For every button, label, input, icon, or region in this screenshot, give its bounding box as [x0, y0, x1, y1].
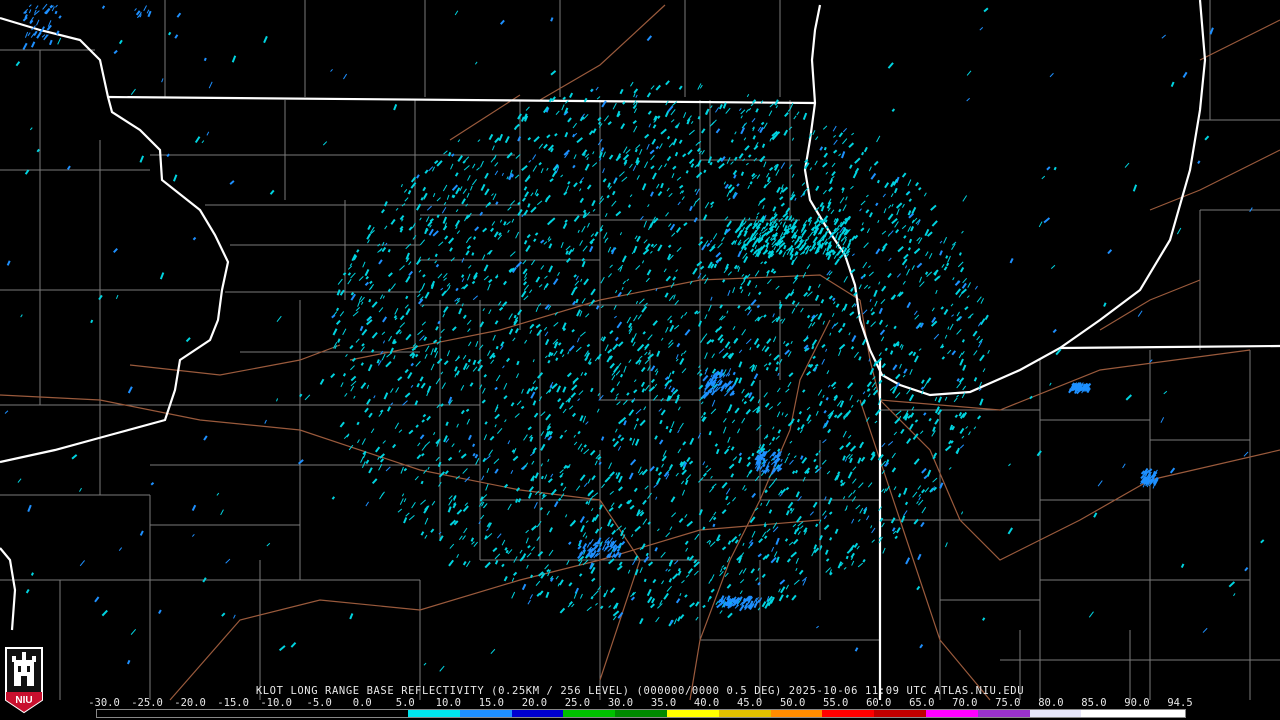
colorbar-label: -5.0 — [306, 697, 332, 709]
colorbar-segment — [1029, 710, 1082, 717]
logo-text: NIU — [15, 695, 32, 706]
colorbar-label: 10.0 — [435, 697, 461, 709]
colorbar-label: 15.0 — [478, 697, 505, 709]
colorbar-label: 25.0 — [564, 697, 591, 709]
colorbar-segment — [511, 710, 564, 717]
colorbar-segment — [822, 710, 875, 717]
colorbar-label: -10.0 — [260, 697, 292, 709]
colorbar-segment — [615, 710, 667, 717]
colorbar-label: 65.0 — [909, 697, 935, 709]
colorbar-segment — [252, 710, 305, 717]
colorbar-segment — [926, 710, 978, 717]
colorbar-segment — [1081, 710, 1134, 717]
colorbar-label: 70.0 — [952, 697, 978, 709]
colorbar-label: 75.0 — [995, 697, 1021, 709]
colorbar-segment — [148, 710, 201, 717]
colorbar-label: 55.0 — [823, 697, 849, 709]
colorbar-label: -20.0 — [174, 697, 206, 709]
colorbar-label: -25.0 — [131, 697, 163, 709]
colorbar-segment — [718, 710, 771, 717]
colorbar-label: 50.0 — [779, 697, 806, 709]
colorbar-label: 80.0 — [1038, 697, 1064, 709]
colorbar-segment — [97, 710, 149, 717]
colorbar-label: -15.0 — [217, 697, 249, 709]
colorbar-label: 40.0 — [693, 697, 720, 709]
colorbar-label: 35.0 — [650, 697, 677, 709]
colorbar-label: -30.0 — [88, 697, 120, 709]
colorbar-segment — [356, 710, 408, 717]
colorbar-label: 20.0 — [521, 697, 548, 709]
colorbar-label: 0.0 — [352, 697, 372, 709]
colorbar-label: 60.0 — [866, 697, 892, 709]
colorbar-segment — [1133, 710, 1186, 717]
niu-logo: NIU — [5, 647, 43, 714]
colorbar-segment — [200, 710, 253, 717]
colorbar-label: 85.0 — [1081, 697, 1107, 709]
reflectivity-colorbar — [96, 709, 1186, 718]
colorbar-segment — [770, 710, 823, 717]
colorbar-label: 45.0 — [736, 697, 763, 709]
colorbar-label: 30.0 — [607, 697, 634, 709]
colorbar-segment — [977, 710, 1030, 717]
radar-map — [0, 0, 1280, 720]
colorbar-label: 94.5 — [1167, 697, 1193, 709]
product-caption: KLOT LONG RANGE BASE REFLECTIVITY (0.25K… — [255, 685, 1025, 697]
colorbar-segment — [666, 710, 719, 717]
colorbar-label: 90.0 — [1124, 697, 1150, 709]
colorbar-labels: -30.0 -25.0 -20.0 -15.0 -10.0 -5.0 0.0 5.0 10.0 1… — [88, 697, 1192, 709]
colorbar-segment — [563, 710, 616, 717]
colorbar-segment — [304, 710, 357, 717]
colorbar-label: 5.0 — [395, 697, 415, 709]
colorbar-segment — [407, 710, 460, 717]
colorbar-segment — [459, 710, 512, 717]
colorbar-segment — [874, 710, 926, 717]
